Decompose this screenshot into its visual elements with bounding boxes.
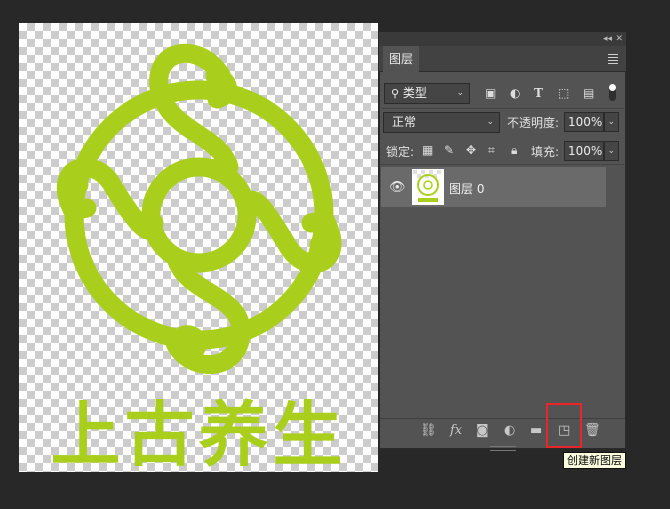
layer-row[interactable]: 👁︎ 图层 0: [381, 167, 606, 207]
layers-bottom-toolbar: ⛓︎ fx ◙ ◐ ▬ ◳ 🗑︎: [380, 418, 625, 445]
panel-resize-grip[interactable]: [490, 446, 516, 451]
search-icon: ⚲: [391, 87, 400, 100]
trash-icon[interactable]: 🗑︎: [584, 424, 601, 438]
lock-paint-icon[interactable]: ✎: [444, 143, 454, 157]
chevron-down-icon: ⌄: [607, 117, 615, 127]
panel-tab-row: 图层: [379, 46, 626, 72]
new-layer-tooltip: 创建新图层: [563, 452, 626, 469]
lock-label: 锁定:: [386, 145, 415, 159]
type-filter-icon[interactable]: T: [534, 86, 543, 100]
tab-layers[interactable]: 图层: [383, 46, 419, 72]
adjustment-icon[interactable]: ◐: [504, 424, 515, 438]
lock-position-icon[interactable]: ✥: [466, 143, 476, 157]
opacity-value: 100%: [568, 115, 603, 129]
opacity-input[interactable]: 100%: [564, 112, 604, 132]
opacity-label: 不透明度:: [507, 116, 560, 130]
lock-artboard-icon[interactable]: ⌗: [488, 143, 495, 157]
adjustment-filter-icon[interactable]: ◐: [510, 86, 520, 100]
chevron-down-icon: ⌄: [607, 146, 615, 156]
link-icon[interactable]: ⛓︎: [420, 424, 437, 438]
brand-text: 上古养生: [50, 394, 347, 472]
layer-name[interactable]: 图层 0: [449, 180, 484, 197]
image-filter-icon[interactable]: ▣: [485, 86, 496, 100]
opacity-dropdown[interactable]: ⌄: [604, 112, 619, 132]
folder-icon[interactable]: ▬: [530, 424, 542, 438]
filter-type-label: 类型: [402, 86, 427, 100]
panel-menu-icon[interactable]: [608, 54, 618, 66]
collapse-icon[interactable]: ◂◂: [603, 32, 612, 46]
mask-icon[interactable]: ◙: [476, 424, 489, 438]
divider: [381, 164, 624, 165]
filter-toggle[interactable]: [609, 84, 616, 101]
lock-transparency-icon[interactable]: ▦: [422, 143, 433, 157]
chevron-down-icon: ⌄: [486, 117, 494, 127]
blend-mode-label: 正常: [392, 115, 417, 129]
fx-icon[interactable]: fx: [450, 424, 462, 438]
divider: [381, 108, 624, 109]
panel-title-bar[interactable]: ◂◂ ✕: [379, 32, 626, 46]
fill-label: 填充:: [531, 145, 560, 159]
fill-input[interactable]: 100%: [564, 141, 604, 161]
fill-value: 100%: [568, 144, 603, 158]
lock-all-icon[interactable]: 🔒︎: [511, 143, 517, 157]
close-icon[interactable]: ✕: [615, 32, 623, 46]
visibility-eye-icon[interactable]: 👁︎: [389, 180, 406, 195]
chevron-down-icon: ⌄: [456, 88, 464, 98]
layer-thumbnail: [412, 169, 444, 205]
document-canvas[interactable]: 上古养生: [19, 23, 378, 472]
highlight-box: [546, 403, 582, 448]
filter-type-select[interactable]: ⚲ 类型 ⌄: [384, 83, 470, 104]
blend-mode-select[interactable]: 正常 ⌄: [383, 112, 500, 133]
shape-filter-icon[interactable]: ⬚: [558, 86, 569, 100]
fill-dropdown[interactable]: ⌄: [604, 141, 619, 161]
smart-object-filter-icon[interactable]: ▤: [583, 86, 594, 100]
